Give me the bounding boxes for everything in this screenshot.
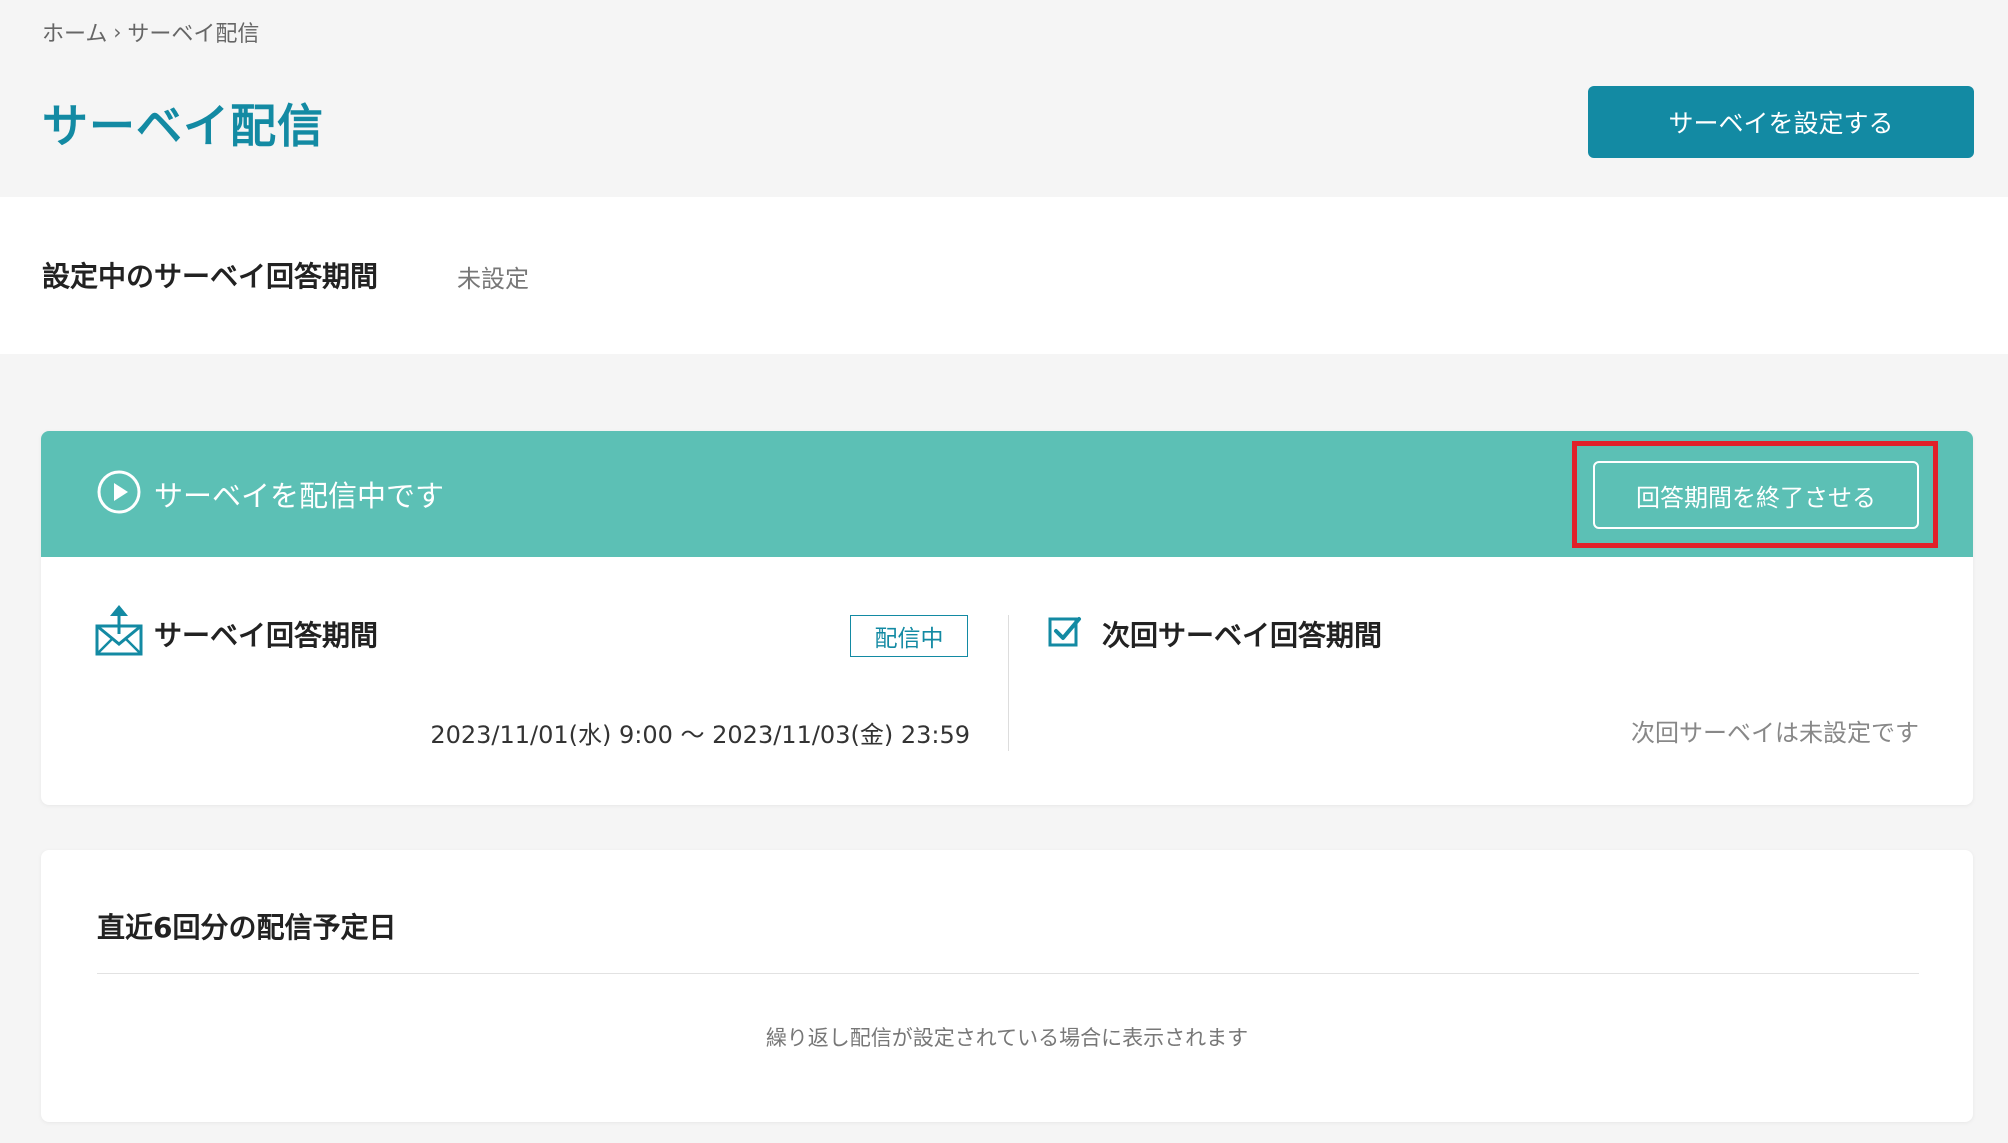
survey-status-header: サーベイを配信中です 回答期間を終了させる [41, 431, 1973, 557]
schedule-empty-message: 繰り返し配信が設定されている場合に表示されます [765, 1026, 1249, 1050]
end-answer-period-button[interactable]: 回答期間を終了させる [1593, 461, 1919, 529]
breadcrumb: ホーム › サーベイ配信 [42, 16, 259, 48]
breadcrumb-home-link[interactable]: ホーム [42, 16, 107, 48]
current-period-range: 2023/11/01(水) 9:00 〜 2023/11/03(金) 23:59 [430, 721, 970, 749]
survey-status-card: サーベイを配信中です 回答期間を終了させる サーベイ回答期間 配信中 2023/… [41, 431, 1973, 805]
next-period-title: 次回サーベイ回答期間 [1102, 619, 1383, 652]
current-period-section: 設定中のサーベイ回答期間 未設定 [0, 197, 2008, 354]
survey-status-text: サーベイを配信中です [154, 479, 445, 513]
mail-upload-icon [95, 605, 143, 656]
card-divider [1008, 615, 1009, 751]
current-period-label: 設定中のサーベイ回答期間 [42, 260, 379, 293]
current-period-title: サーベイ回答期間 [154, 619, 379, 652]
schedule-card: 直近6回分の配信予定日 繰り返し配信が設定されている場合に表示されます [41, 850, 1973, 1122]
breadcrumb-separator: › [113, 20, 122, 44]
schedule-divider [97, 973, 1919, 974]
status-badge: 配信中 [850, 615, 968, 657]
breadcrumb-current: サーベイ配信 [127, 22, 260, 47]
next-period-empty: 次回サーベイは未設定です [1631, 719, 1919, 747]
page-title: サーベイ配信 [42, 99, 324, 153]
schedule-title: 直近6回分の配信予定日 [97, 911, 397, 944]
current-period-value: 未設定 [457, 265, 529, 293]
play-circle-icon [97, 470, 141, 514]
setup-survey-button[interactable]: サーベイを設定する [1588, 86, 1974, 158]
checkbox-icon [1048, 617, 1081, 647]
